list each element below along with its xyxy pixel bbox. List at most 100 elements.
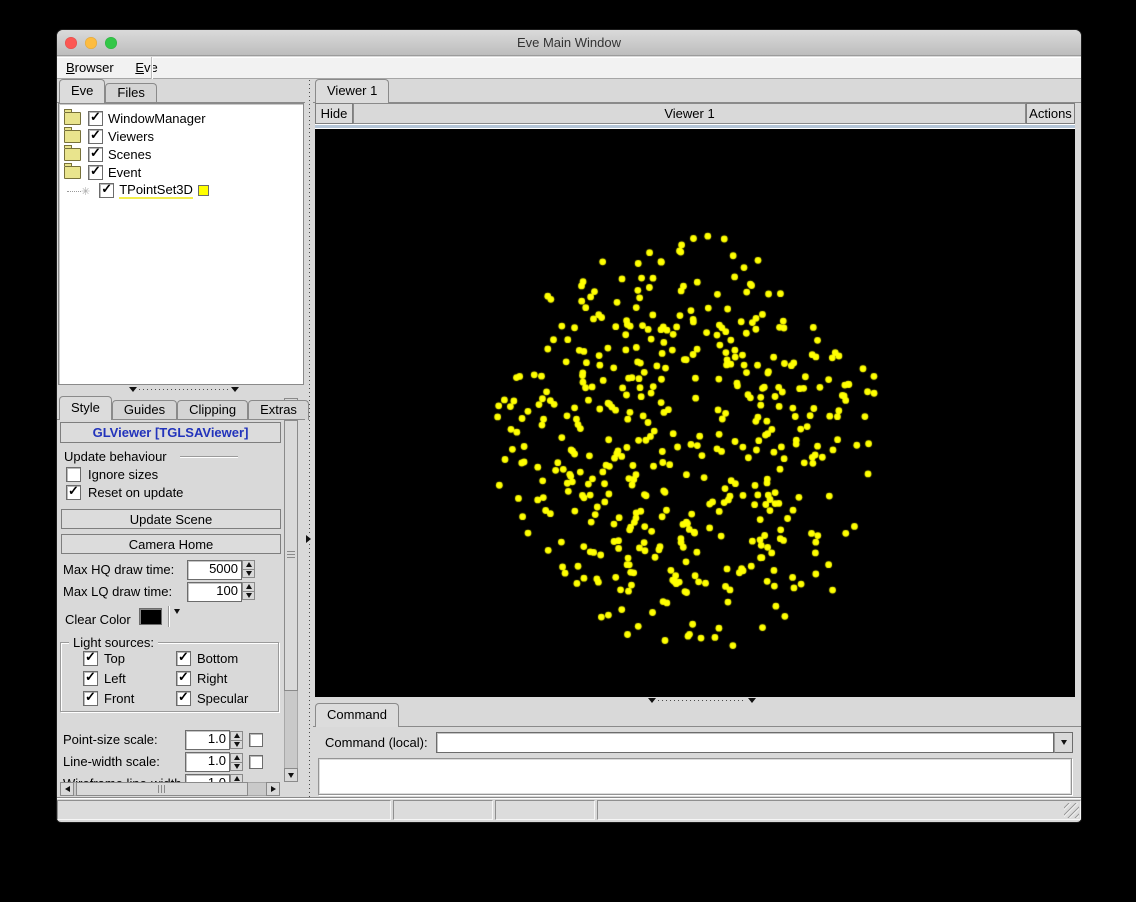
tree-checkbox[interactable]	[88, 111, 103, 126]
spin-down-icon[interactable]	[242, 570, 255, 579]
folder-icon	[64, 148, 81, 161]
tab-command[interactable]: Command	[315, 703, 399, 727]
left-hsplitter[interactable]	[57, 385, 305, 395]
command-input[interactable]	[436, 732, 1054, 753]
zoom-icon[interactable]	[105, 37, 117, 49]
spin-up-icon[interactable]	[230, 774, 243, 782]
scroll-down-icon[interactable]	[284, 768, 298, 782]
light-top-checkbox[interactable]	[83, 651, 98, 666]
line-width-label: Line-width scale:	[63, 754, 160, 769]
clear-color-label: Clear Color	[65, 612, 131, 627]
spin-up-icon[interactable]	[230, 753, 243, 763]
tree-item-windowmanager[interactable]: WindowManager	[64, 109, 206, 127]
tab-eve[interactable]: Eve	[59, 79, 105, 103]
command-output[interactable]	[318, 758, 1072, 795]
spin-up-icon[interactable]	[242, 582, 255, 592]
glviewer-link-button[interactable]: GLViewer [TGLSAViewer]	[60, 422, 281, 443]
update-behaviour-label: Update behaviour	[64, 449, 167, 464]
tab-guides[interactable]: Guides	[112, 400, 177, 420]
point-size-entry[interactable]: 1.0	[185, 730, 230, 750]
tree-item-scenes[interactable]: Scenes	[64, 145, 151, 163]
max-hq-spinner[interactable]	[242, 560, 255, 578]
tree-item-viewers[interactable]: Viewers	[64, 127, 154, 145]
menu-eve[interactable]: Eve	[126, 57, 166, 79]
point-size-spinner[interactable]	[230, 731, 243, 749]
tab-style[interactable]: Style	[59, 396, 112, 420]
collapse-down-icon[interactable]	[748, 698, 756, 703]
ignore-sizes-checkbox[interactable]	[66, 467, 81, 482]
menu-browser[interactable]: Browser	[57, 57, 123, 79]
tree-item-label[interactable]: Event	[108, 165, 141, 180]
gl-viewport-canvas[interactable]	[315, 129, 1075, 697]
collapse-down-icon[interactable]	[231, 387, 239, 392]
spin-up-icon[interactable]	[242, 560, 255, 570]
light-front-checkbox[interactable]	[83, 691, 98, 706]
combo-dropdown-icon[interactable]	[1054, 732, 1073, 753]
point-size-checkbox[interactable]	[249, 733, 263, 747]
light-top-label: Top	[104, 651, 125, 666]
wireframe-spinner[interactable]	[230, 774, 243, 782]
clear-color-swatch[interactable]	[139, 608, 162, 625]
collapse-right-icon[interactable]	[306, 535, 311, 543]
viewer-title-strip[interactable]: Viewer 1	[353, 103, 1026, 124]
hide-button[interactable]: Hide	[315, 103, 353, 124]
tab-extras[interactable]: Extras	[248, 400, 309, 420]
tree-checkbox[interactable]	[88, 147, 103, 162]
tree-checkbox[interactable]	[88, 129, 103, 144]
wireframe-entry[interactable]: 1.0	[185, 774, 230, 782]
update-scene-button[interactable]: Update Scene	[61, 509, 281, 529]
tab-clipping[interactable]: Clipping	[177, 400, 248, 420]
spin-down-icon[interactable]	[230, 741, 243, 750]
line-width-entry[interactable]: 1.0	[185, 752, 230, 772]
scroll-left-icon[interactable]	[60, 782, 74, 796]
max-lq-spinner[interactable]	[242, 582, 255, 600]
spin-up-icon[interactable]	[230, 731, 243, 741]
tree-item-tpointset3d[interactable]: TPointSet3D	[67, 181, 209, 199]
light-bottom-checkbox[interactable]	[176, 651, 191, 666]
light-bottom-row: Bottom	[176, 651, 238, 666]
light-right-checkbox[interactable]	[176, 671, 191, 686]
tab-files[interactable]: Files	[105, 83, 156, 103]
max-hq-entry[interactable]: 5000	[187, 560, 242, 580]
light-left-row: Left	[83, 671, 126, 686]
pointset-color-swatch[interactable]	[198, 185, 209, 196]
collapse-up-icon[interactable]	[129, 387, 137, 392]
tree-item-label[interactable]: Viewers	[108, 129, 154, 144]
tree-item-label[interactable]: Scenes	[108, 147, 151, 162]
tree-checkbox[interactable]	[99, 183, 114, 198]
light-specular-checkbox[interactable]	[176, 691, 191, 706]
style-vscrollbar[interactable]	[284, 398, 298, 782]
vscroll-thumb[interactable]	[284, 420, 298, 691]
main-vsplitter[interactable]	[305, 80, 313, 797]
viewer-hsplitter[interactable]	[315, 697, 1075, 706]
reset-on-update-row: Reset on update	[66, 485, 183, 500]
tree-item-label[interactable]: TPointSet3D	[119, 182, 193, 199]
line-width-spinner[interactable]	[230, 753, 243, 771]
command-tabbar: Command	[315, 704, 399, 727]
close-icon[interactable]	[65, 37, 77, 49]
ignore-sizes-row: Ignore sizes	[66, 467, 158, 482]
collapse-up-icon[interactable]	[648, 698, 656, 703]
actions-button[interactable]: Actions	[1026, 103, 1075, 124]
minimize-icon[interactable]	[85, 37, 97, 49]
light-left-checkbox[interactable]	[83, 671, 98, 686]
tree-checkbox[interactable]	[88, 165, 103, 180]
tree-item-event[interactable]: Event	[64, 163, 141, 181]
hscroll-thumb[interactable]	[76, 782, 248, 796]
tree-item-label[interactable]: WindowManager	[108, 111, 206, 126]
clear-color-dropdown[interactable]	[174, 614, 180, 629]
resize-grip[interactable]	[1064, 803, 1079, 818]
tab-viewer-1[interactable]: Viewer 1	[315, 79, 389, 103]
reset-on-update-checkbox[interactable]	[66, 485, 81, 500]
max-lq-entry[interactable]: 100	[187, 582, 242, 602]
point-size-group: 1.0	[185, 730, 263, 750]
spin-down-icon[interactable]	[230, 763, 243, 772]
spin-down-icon[interactable]	[242, 592, 255, 601]
line-width-checkbox[interactable]	[249, 755, 263, 769]
scroll-right-icon[interactable]	[266, 782, 280, 796]
pointset-icon	[81, 183, 90, 198]
camera-home-button[interactable]: Camera Home	[61, 534, 281, 554]
viewer-tabbar: Viewer 1	[315, 80, 389, 103]
style-hscrollbar[interactable]	[60, 782, 280, 796]
light-right-row: Right	[176, 671, 227, 686]
